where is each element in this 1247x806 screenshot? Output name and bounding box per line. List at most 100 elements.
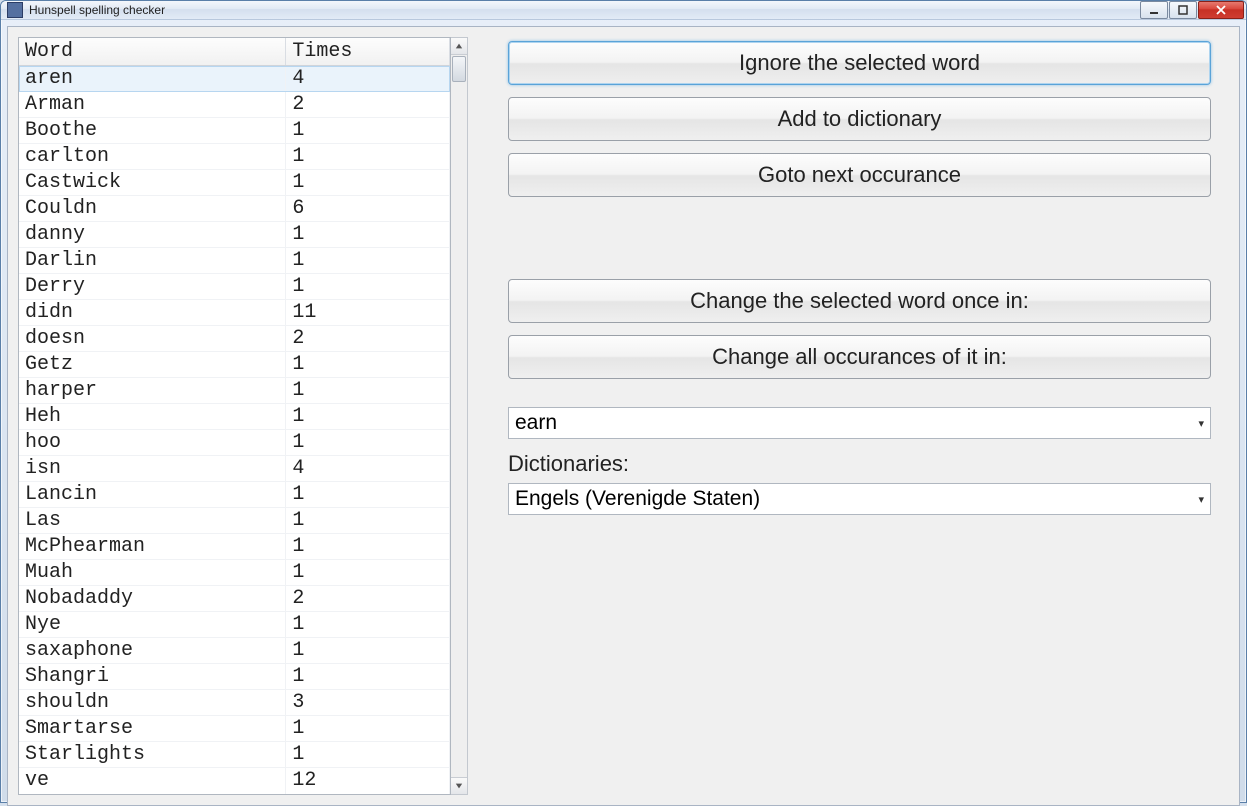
titlebar[interactable]: Hunspell spelling checker — [1, 1, 1246, 20]
cell-times: 1 — [286, 430, 450, 456]
dictionaries-value: Engels (Verenigde Staten) — [515, 487, 760, 511]
actions-pane: Ignore the selected word Add to dictiona… — [508, 37, 1229, 795]
table-row[interactable]: Boothe1 — [19, 118, 450, 144]
table-row[interactable]: carlton1 — [19, 144, 450, 170]
cell-word: doesn — [19, 326, 286, 352]
table-row[interactable]: doesn2 — [19, 326, 450, 352]
table-row[interactable]: Heh1 — [19, 404, 450, 430]
cell-times: 2 — [286, 326, 450, 352]
table-row[interactable]: Nye1 — [19, 612, 450, 638]
table-row[interactable]: aren4 — [19, 66, 450, 92]
cell-word: Smartarse — [19, 716, 286, 742]
cell-times: 12 — [286, 768, 450, 794]
table-row[interactable]: danny1 — [19, 222, 450, 248]
cell-word: Shangri — [19, 664, 286, 690]
app-window: Hunspell spelling checker Word Times — [0, 0, 1247, 803]
table-row[interactable]: shouldn3 — [19, 690, 450, 716]
ignore-button[interactable]: Ignore the selected word — [508, 41, 1211, 85]
vertical-scrollbar[interactable] — [451, 37, 468, 795]
cell-times: 2 — [286, 92, 450, 118]
change-once-button[interactable]: Change the selected word once in: — [508, 279, 1211, 323]
cell-word: harper — [19, 378, 286, 404]
cell-word: Heh — [19, 404, 286, 430]
cell-times: 1 — [286, 248, 450, 274]
suggestion-value: earn — [515, 411, 557, 435]
table-row[interactable]: Nobadaddy2 — [19, 586, 450, 612]
cell-word: Derry — [19, 274, 286, 300]
table-row[interactable]: hoo1 — [19, 430, 450, 456]
cell-times: 1 — [286, 508, 450, 534]
cell-times: 1 — [286, 404, 450, 430]
maximize-button[interactable] — [1169, 1, 1197, 19]
table-row[interactable]: didn11 — [19, 300, 450, 326]
add-dictionary-button[interactable]: Add to dictionary — [508, 97, 1211, 141]
cell-word: Getz — [19, 352, 286, 378]
cell-word: carlton — [19, 144, 286, 170]
table-row[interactable]: Derry1 — [19, 274, 450, 300]
word-table-wrap: Word Times aren4Arman2Boothe1carlton1Cas… — [18, 37, 451, 795]
cell-word: Castwick — [19, 170, 286, 196]
table-row[interactable]: Getz1 — [19, 352, 450, 378]
table-row[interactable]: Couldn6 — [19, 196, 450, 222]
close-button[interactable] — [1198, 1, 1244, 19]
client-area: Word Times aren4Arman2Boothe1carlton1Cas… — [7, 26, 1240, 806]
cell-times: 2 — [286, 586, 450, 612]
cell-times: 1 — [286, 742, 450, 768]
cell-times: 1 — [286, 638, 450, 664]
cell-times: 1 — [286, 274, 450, 300]
cell-word: Starlights — [19, 742, 286, 768]
word-list-pane: Word Times aren4Arman2Boothe1carlton1Cas… — [18, 37, 468, 795]
cell-word: Arman — [19, 92, 286, 118]
cell-times: 4 — [286, 456, 450, 482]
cell-times: 1 — [286, 352, 450, 378]
table-row[interactable]: Arman2 — [19, 92, 450, 118]
goto-next-button[interactable]: Goto next occurance — [508, 153, 1211, 197]
cell-word: saxaphone — [19, 638, 286, 664]
cell-word: ve — [19, 768, 286, 794]
suggestion-combo[interactable]: earn ▾ — [508, 407, 1211, 439]
cell-word: Nobadaddy — [19, 586, 286, 612]
cell-word: Nye — [19, 612, 286, 638]
scroll-thumb[interactable] — [452, 56, 466, 82]
word-table[interactable]: Word Times aren4Arman2Boothe1carlton1Cas… — [19, 38, 450, 794]
table-row[interactable]: Muah1 — [19, 560, 450, 586]
cell-times: 1 — [286, 664, 450, 690]
chevron-down-icon: ▾ — [1198, 417, 1204, 430]
dictionaries-combo[interactable]: Engels (Verenigde Staten) ▾ — [508, 483, 1211, 515]
cell-times: 1 — [286, 144, 450, 170]
table-row[interactable]: isn4 — [19, 456, 450, 482]
cell-times: 6 — [286, 196, 450, 222]
cell-word: Boothe — [19, 118, 286, 144]
cell-word: shouldn — [19, 690, 286, 716]
cell-word: hoo — [19, 430, 286, 456]
table-row[interactable]: Darlin1 — [19, 248, 450, 274]
cell-word: McPhearman — [19, 534, 286, 560]
cell-times: 1 — [286, 534, 450, 560]
cell-times: 3 — [286, 690, 450, 716]
minimize-button[interactable] — [1140, 1, 1168, 19]
table-row[interactable]: Starlights1 — [19, 742, 450, 768]
table-row[interactable]: saxaphone1 — [19, 638, 450, 664]
cell-word: isn — [19, 456, 286, 482]
header-word[interactable]: Word — [19, 38, 286, 66]
table-row[interactable]: Lancin1 — [19, 482, 450, 508]
table-row[interactable]: Smartarse1 — [19, 716, 450, 742]
table-row[interactable]: Las1 — [19, 508, 450, 534]
scroll-up-button[interactable] — [451, 38, 467, 55]
cell-times: 1 — [286, 118, 450, 144]
table-row[interactable]: Castwick1 — [19, 170, 450, 196]
cell-times: 1 — [286, 716, 450, 742]
cell-word: Muah — [19, 560, 286, 586]
table-row[interactable]: McPhearman1 — [19, 534, 450, 560]
table-row[interactable]: Shangri1 — [19, 664, 450, 690]
cell-word: Lancin — [19, 482, 286, 508]
change-all-button[interactable]: Change all occurances of it in: — [508, 335, 1211, 379]
header-times[interactable]: Times — [286, 38, 450, 66]
dictionaries-label: Dictionaries: — [508, 451, 1211, 477]
scroll-down-button[interactable] — [451, 777, 467, 794]
table-row[interactable]: ve12 — [19, 768, 450, 794]
app-icon — [7, 2, 23, 18]
table-row[interactable]: harper1 — [19, 378, 450, 404]
chevron-down-icon: ▾ — [1198, 493, 1204, 506]
cell-times: 11 — [286, 300, 450, 326]
